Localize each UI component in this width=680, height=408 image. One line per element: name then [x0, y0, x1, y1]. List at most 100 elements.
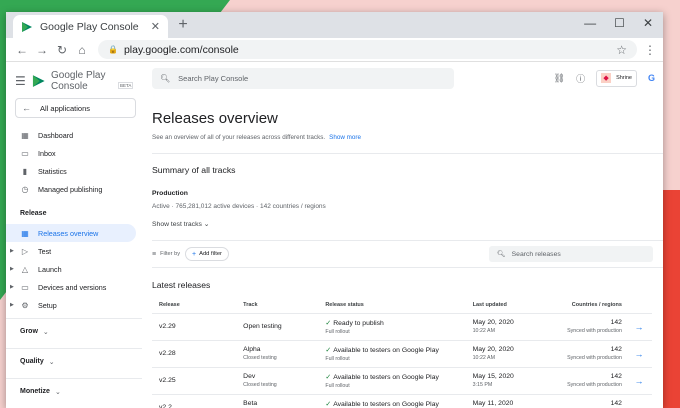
- column-header-track: Track: [243, 298, 326, 314]
- browser-menu-icon[interactable]: ⋮: [643, 43, 657, 57]
- table-row[interactable]: v2.25 Dev Closed testing ✓ Available to test…: [152, 367, 652, 395]
- last-updated-cell: May 20, 2020 10:22 AM: [472, 340, 551, 368]
- hamburger-menu-icon[interactable]: ☰: [15, 74, 32, 88]
- check-circle-icon: ✓: [325, 319, 332, 327]
- sidebar-item-label: Managed publishing: [38, 184, 103, 194]
- google-account-icon[interactable]: G: [648, 73, 655, 83]
- account-switcher[interactable]: ◆ Shrine: [596, 69, 637, 87]
- open-release-arrow-icon[interactable]: →: [625, 340, 652, 368]
- table-row[interactable]: v2.28 Alpha Closed testing ✓ Available to te…: [152, 340, 652, 368]
- browser-window: Google Play Console ✕ + — ☐ ✕ ← → ↻ ⌂ 🔒 …: [6, 12, 663, 408]
- status-cell: ✓Available to testers on Google PlayFull…: [325, 340, 473, 368]
- column-header-last-updated: Last updated: [472, 298, 551, 314]
- release-name: v2.29: [152, 313, 244, 341]
- check-circle-icon: ✓: [325, 400, 332, 408]
- chevron-down-icon: ⌄: [54, 388, 61, 396]
- search-releases-input[interactable]: 🔍︎ Search releases: [489, 246, 653, 262]
- show-more-link[interactable]: Show more: [329, 134, 361, 141]
- main-content: 🔍︎ Search Play Console ⛓ ⓘ ◆ Shrine G Re…: [142, 62, 663, 408]
- show-test-tracks-toggle[interactable]: Show test tracks ⌄: [152, 220, 663, 228]
- sidebar: ☰ Google Play Console BETA ← All applica…: [6, 62, 142, 408]
- sidebar-group-grow[interactable]: Grow ⌄: [6, 318, 142, 344]
- last-updated-cell: May 15, 2020 3:15 PM: [472, 367, 551, 395]
- table-row[interactable]: v2.29 Open testing ✓ Ready to publish Full r…: [152, 313, 652, 341]
- sidebar-item-test[interactable]: ▶ ▷ Test: [6, 242, 142, 260]
- sidebar-item-label: Test: [38, 246, 52, 256]
- bookmark-star-icon[interactable]: ☆: [616, 43, 627, 57]
- chevron-down-icon: ⌄: [203, 221, 210, 228]
- sidebar-item-statistics[interactable]: ▮ Statistics: [6, 162, 142, 180]
- reload-icon[interactable]: ↻: [52, 43, 72, 57]
- add-filter-button[interactable]: + Add filter: [185, 247, 229, 261]
- top-bar-actions: ⛓ ⓘ ◆ Shrine G: [554, 69, 663, 87]
- expand-caret-icon[interactable]: ▶: [10, 248, 14, 254]
- latest-releases-heading: Latest releases: [152, 280, 211, 290]
- dashboard-icon: ▦: [21, 130, 29, 140]
- beta-badge: BETA: [118, 82, 134, 89]
- maximize-icon[interactable]: ☐: [614, 16, 625, 30]
- sidebar-group-monetize[interactable]: Monetize ⌄: [6, 378, 142, 404]
- sidebar-item-launch[interactable]: ▶ △ Launch: [6, 260, 142, 278]
- releases-table: Release Track Release status Last update…: [152, 298, 652, 408]
- track-cell: Open testing: [243, 313, 326, 341]
- sidebar-item-label: Releases overview: [38, 228, 99, 238]
- all-applications-button[interactable]: ← All applications: [15, 98, 136, 118]
- track-cell: Alpha Closed testing: [243, 340, 326, 368]
- filter-by-label: ≡ Filter by: [152, 250, 180, 258]
- help-icon[interactable]: ⓘ: [576, 72, 585, 85]
- sidebar-item-releases-overview[interactable]: ▦ Releases overview: [6, 224, 136, 242]
- track-cell: Dev Closed testing: [243, 367, 326, 395]
- url-text: play.google.com/console: [123, 43, 239, 56]
- filter-icon: ≡: [152, 250, 157, 258]
- minimize-icon[interactable]: —: [584, 16, 596, 30]
- link-icon[interactable]: ⛓: [554, 73, 565, 84]
- sidebar-item-setup[interactable]: ▶ ⚙ Setup: [6, 296, 142, 314]
- status-cell: ✓Available to testers on Google PlayFull…: [325, 367, 473, 395]
- status-cell: ✓Available to testers on Google PlayFull…: [325, 394, 473, 408]
- countries-cell: 142Synced with production: [550, 394, 626, 408]
- column-header-release-status: Release status: [325, 298, 473, 314]
- check-circle-icon: ✓: [325, 373, 332, 381]
- address-bar[interactable]: 🔒 play.google.com/console ☆: [98, 40, 637, 59]
- account-label: Shrine: [616, 75, 632, 81]
- production-stats: Active · 765,281,012 active devices · 14…: [152, 203, 326, 210]
- plus-icon: +: [192, 250, 197, 258]
- countries-cell: 142Synced with production: [550, 367, 626, 395]
- address-bar-row: ← → ↻ ⌂ 🔒 play.google.com/console ☆ ⋮: [6, 38, 663, 62]
- back-icon[interactable]: ←: [12, 43, 32, 57]
- sidebar-item-inbox[interactable]: ▭ Inbox: [6, 144, 142, 162]
- close-tab-icon[interactable]: ✕: [151, 20, 160, 33]
- search-play-console-input[interactable]: 🔍︎ Search Play Console: [152, 67, 454, 89]
- devices-icon: ▭: [21, 282, 29, 292]
- home-icon[interactable]: ⌂: [72, 43, 92, 57]
- last-updated-cell: May 20, 2020 10:22 AM: [472, 313, 551, 341]
- open-release-arrow-icon[interactable]: →: [625, 313, 652, 341]
- release-name: v2.2: [152, 394, 244, 408]
- tab-strip: Google Play Console ✕ + — ☐ ✕: [6, 12, 663, 38]
- all-applications-label: All applications: [40, 103, 91, 113]
- search-placeholder: Search Play Console: [178, 73, 249, 83]
- test-icon: ▷: [21, 246, 29, 256]
- sidebar-item-dashboard[interactable]: ▦ Dashboard: [6, 126, 142, 144]
- sidebar-item-label: Dashboard: [38, 130, 74, 140]
- table-row[interactable]: v2.2BetaClosed testing✓Available to test…: [152, 394, 652, 408]
- brand-row: ☰ Google Play Console BETA: [6, 68, 142, 94]
- expand-caret-icon[interactable]: ▶: [10, 284, 14, 290]
- play-console-app: ☰ Google Play Console BETA ← All applica…: [6, 62, 663, 408]
- new-tab-button[interactable]: +: [173, 16, 193, 34]
- forward-icon[interactable]: →: [32, 43, 52, 57]
- chevron-down-icon: ⌄: [42, 328, 49, 336]
- sidebar-item-label: Launch: [38, 264, 62, 274]
- expand-caret-icon[interactable]: ▶: [10, 266, 14, 272]
- open-release-arrow-icon[interactable]: →: [625, 367, 652, 395]
- sidebar-item-devices-and-versions[interactable]: ▶ ▭ Devices and versions: [6, 278, 142, 296]
- open-release-arrow-icon[interactable]: →: [625, 394, 652, 408]
- last-updated-cell: May 11, 20201:47 PM: [472, 394, 551, 408]
- close-window-icon[interactable]: ✕: [643, 16, 653, 30]
- sidebar-item-managed-publishing[interactable]: ◷ Managed publishing: [6, 180, 142, 198]
- sidebar-item-label: Devices and versions: [38, 282, 107, 292]
- sidebar-group-quality[interactable]: Quality ⌄: [6, 348, 142, 374]
- browser-tab[interactable]: Google Play Console ✕: [13, 15, 168, 38]
- expand-caret-icon[interactable]: ▶: [10, 302, 14, 308]
- lock-icon: 🔒: [108, 45, 118, 54]
